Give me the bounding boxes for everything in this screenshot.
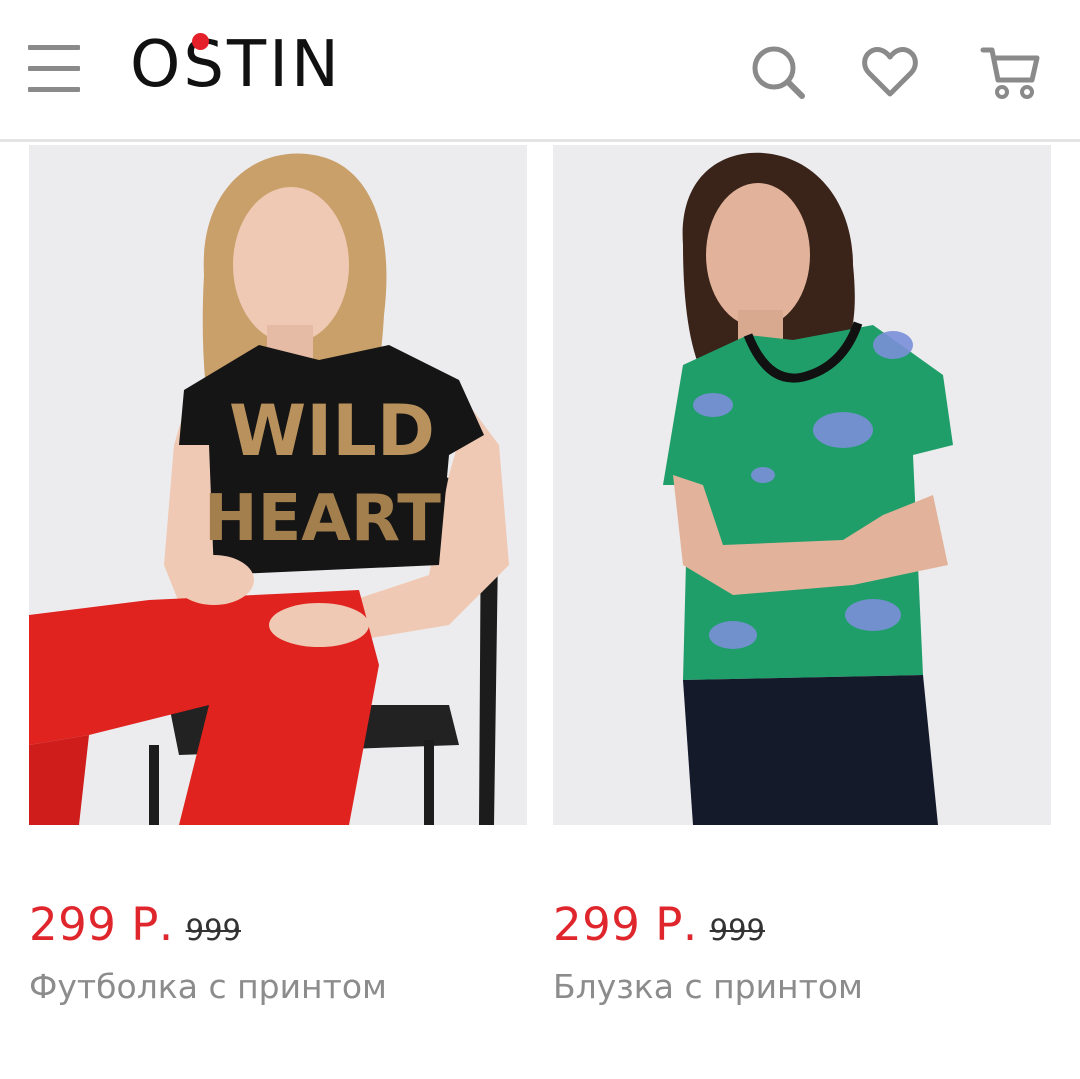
search-button[interactable]: [748, 42, 808, 102]
favorites-button[interactable]: [860, 42, 920, 102]
search-icon: [752, 46, 805, 99]
heart-icon: [862, 47, 918, 97]
current-price: 299 Р.: [29, 898, 174, 951]
product-image-blouse: [553, 145, 1051, 825]
cart-button[interactable]: [980, 42, 1040, 102]
menu-icon-bar: [28, 87, 80, 92]
product-photo[interactable]: WILD HEART: [29, 145, 527, 825]
header: OSTIN: [0, 0, 1080, 142]
logo-letter-o: O: [130, 28, 184, 102]
price-row: 299 Р. 999: [553, 898, 765, 951]
old-price: 999: [185, 913, 241, 947]
product-card[interactable]: WILD HEART 299 Р. 999 Футболка с принтом: [29, 145, 527, 1006]
catalog-page: OSTIN WILD HEART 299 Р. 999 Футболка с п…: [0, 0, 1080, 1079]
current-price: 299 Р.: [553, 898, 698, 951]
menu-button[interactable]: [26, 42, 84, 96]
logo-dot: [192, 33, 209, 50]
price-row: 299 Р. 999: [29, 898, 241, 951]
product-name[interactable]: Блузка с принтом: [553, 967, 863, 1006]
menu-icon-bar: [28, 45, 80, 50]
product-card[interactable]: 299 Р. 999 Блузка с принтом: [553, 145, 1051, 1006]
product-image-tshirt: WILD HEART: [29, 145, 527, 825]
print-line1: WILD: [229, 390, 435, 472]
product-name[interactable]: Футболка с принтом: [29, 967, 387, 1006]
print-line2: HEART: [204, 482, 441, 556]
cart-icon: [980, 47, 1040, 99]
brand-logo[interactable]: OSTIN: [130, 30, 342, 100]
old-price: 999: [709, 913, 765, 947]
menu-icon-bar: [28, 66, 80, 71]
product-photo[interactable]: [553, 145, 1051, 825]
